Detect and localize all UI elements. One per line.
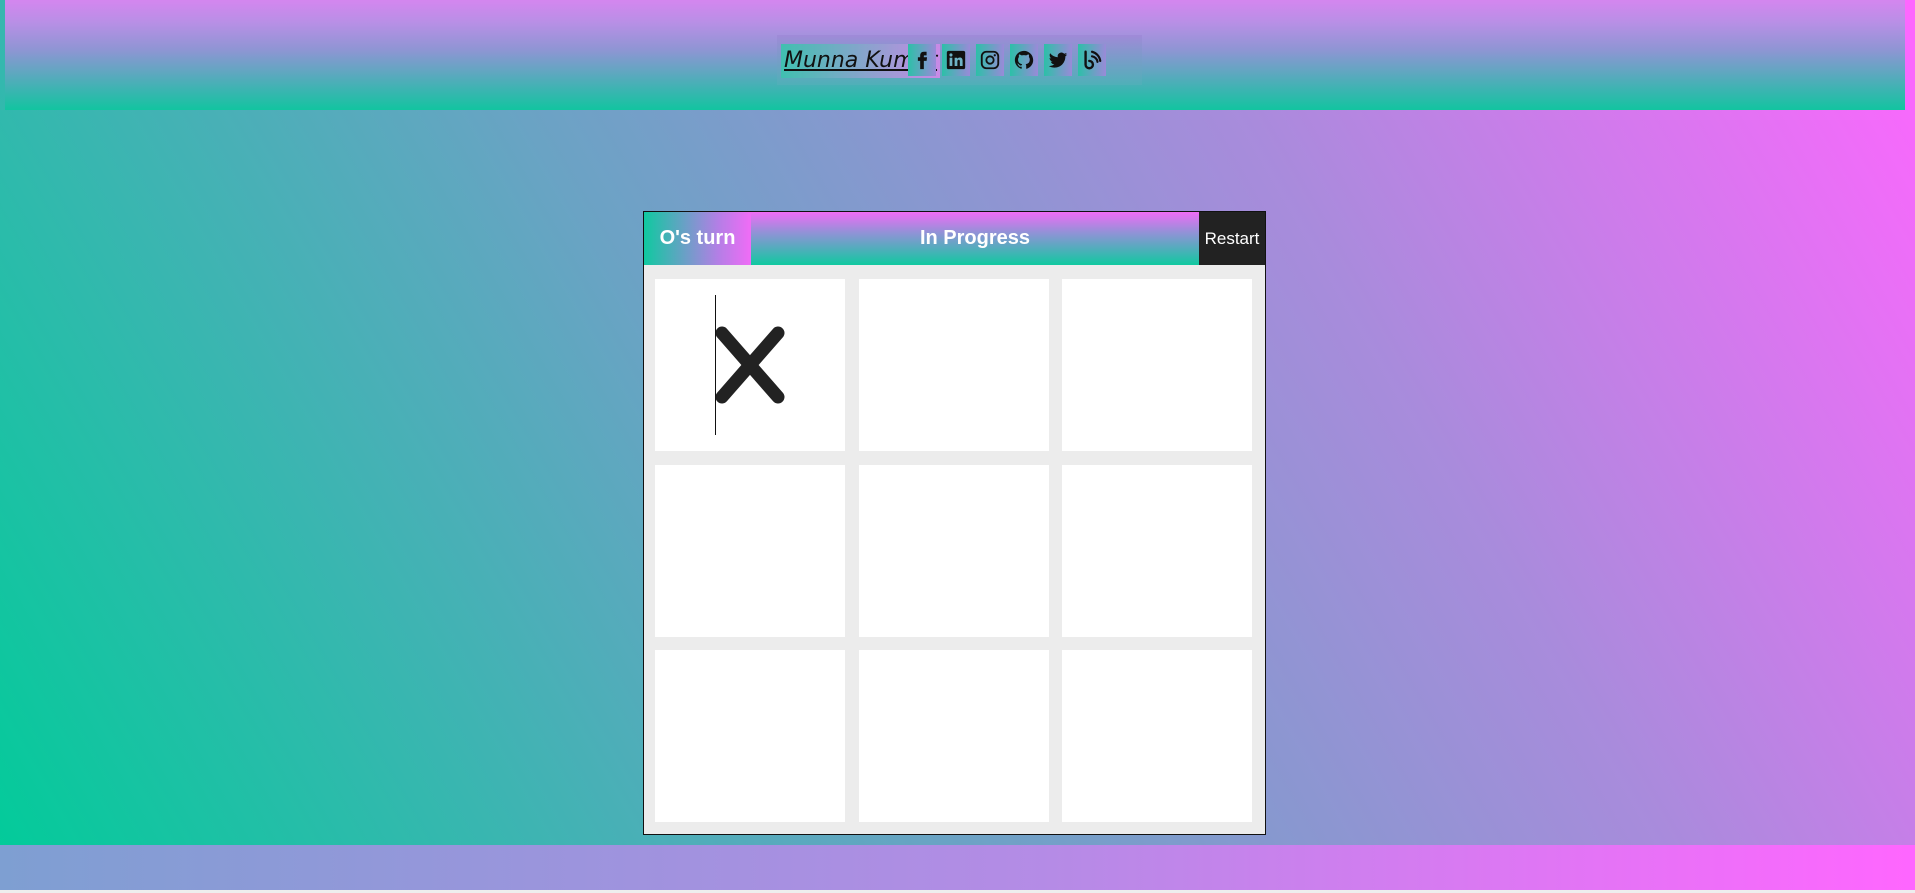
board-cell-1[interactable] — [655, 279, 845, 451]
social-bar: Munna Kumar — [777, 35, 1142, 85]
game-status: In Progress — [751, 212, 1199, 265]
game-board — [655, 279, 1253, 823]
board-cell-5[interactable] — [859, 465, 1049, 637]
facebook-icon[interactable] — [908, 44, 936, 76]
board-cell-8[interactable] — [859, 650, 1049, 822]
header-bar: Munna Kumar — [5, 0, 1905, 110]
text-cursor — [715, 295, 716, 435]
instagram-icon[interactable] — [976, 44, 1004, 76]
board-cell-7[interactable] — [655, 650, 845, 822]
github-icon[interactable] — [1010, 44, 1038, 76]
linkedin-icon[interactable] — [942, 44, 970, 76]
tic-tac-toe-game: O's turn In Progress Restart — [643, 211, 1266, 835]
board-cell-4[interactable] — [655, 465, 845, 637]
x-mark — [715, 326, 785, 404]
blog-icon[interactable] — [1078, 44, 1106, 76]
twitter-icon[interactable] — [1044, 44, 1072, 76]
board-cell-9[interactable] — [1062, 650, 1252, 822]
board-cell-3[interactable] — [1062, 279, 1252, 451]
board-cell-2[interactable] — [859, 279, 1049, 451]
board-cell-6[interactable] — [1062, 465, 1252, 637]
footer-bar — [0, 845, 1915, 890]
restart-button[interactable]: Restart — [1199, 212, 1265, 265]
turn-indicator: O's turn — [644, 212, 751, 265]
